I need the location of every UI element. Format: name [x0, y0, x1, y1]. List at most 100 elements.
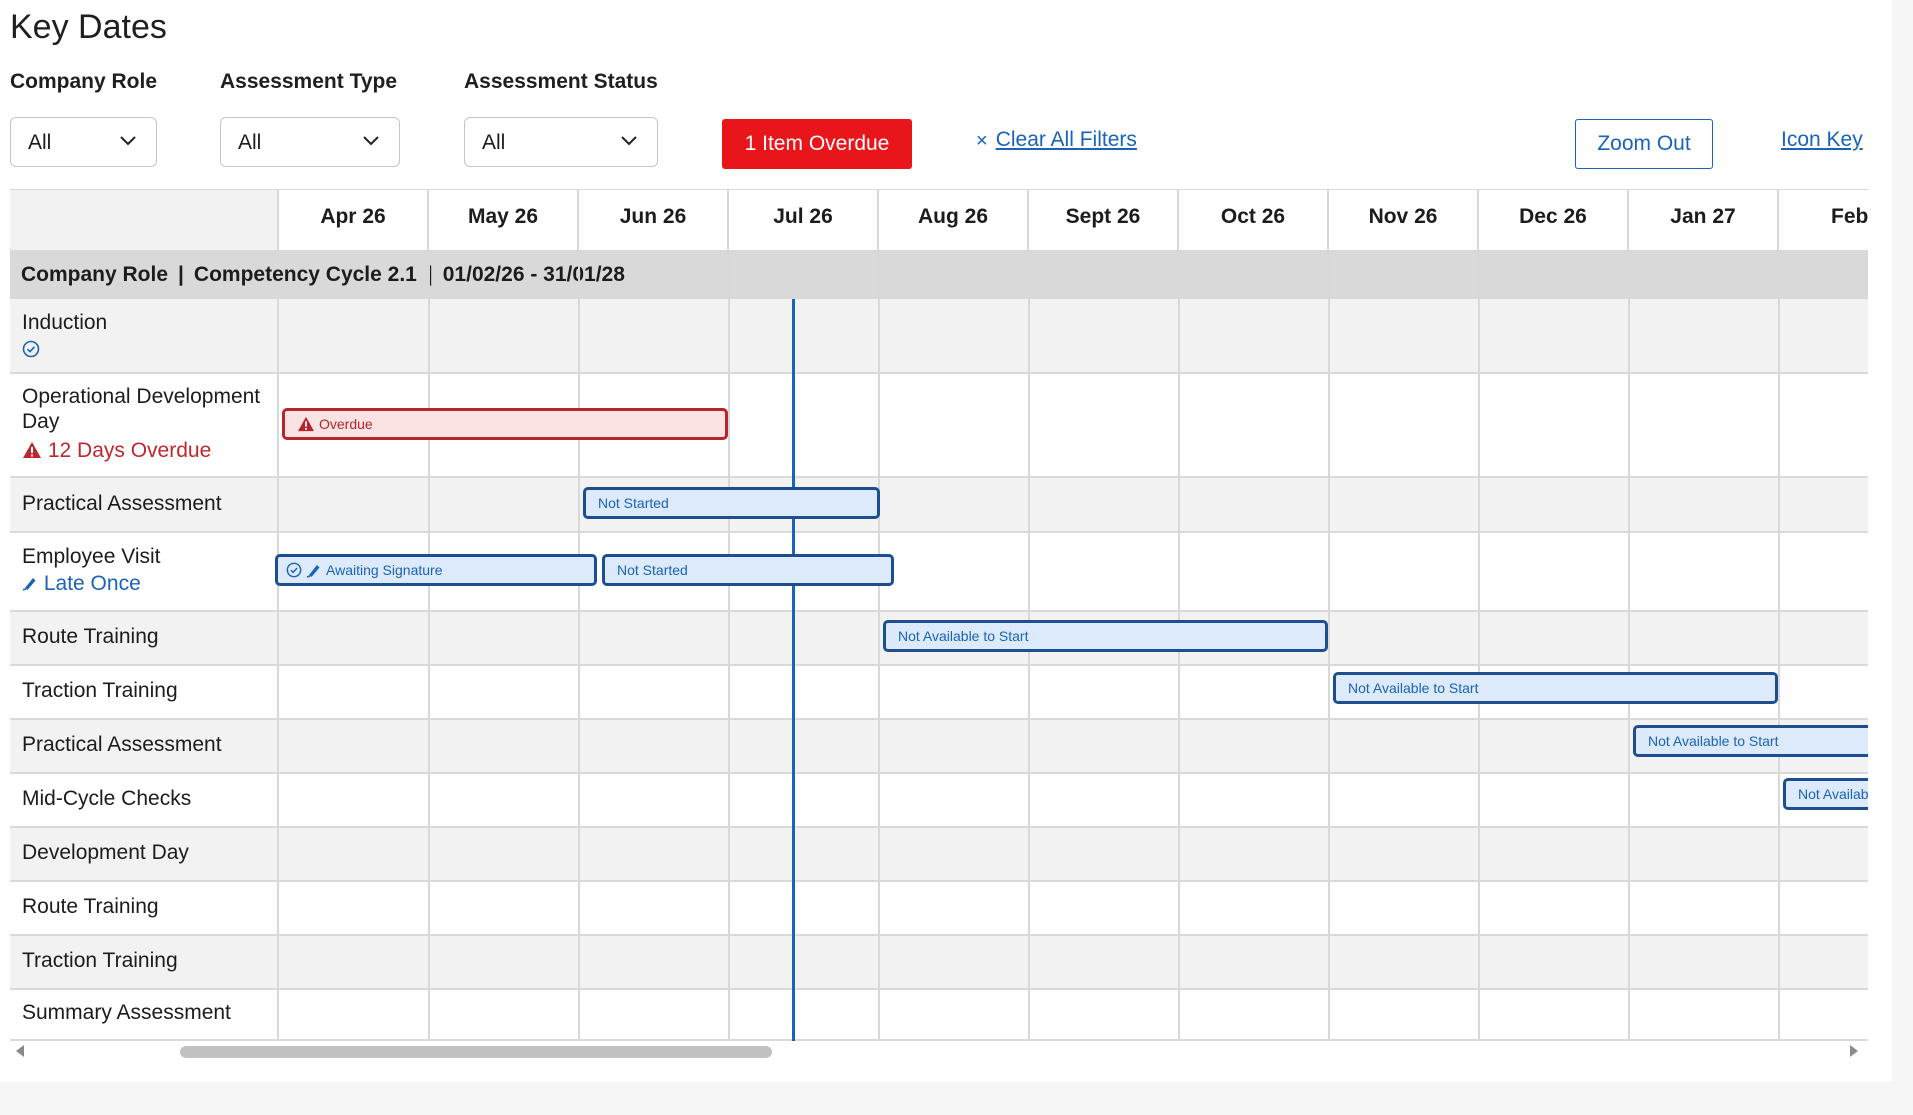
bar-label: Not Available to Start [1798, 786, 1868, 802]
row-label: Development Day [22, 841, 189, 864]
row-label-cell: Route Training [10, 612, 279, 664]
gantt-bar-awaiting-signature[interactable]: Awaiting Signature [275, 554, 597, 586]
warning-icon [23, 442, 41, 458]
chevron-down-icon [621, 136, 637, 146]
table-row: Practical Assessment [10, 478, 1868, 533]
grid-line [1478, 250, 1480, 1041]
row-label: Route Training [22, 625, 159, 648]
table-row: Development Day [10, 828, 1868, 882]
row-label: Operational Development Day [22, 385, 261, 433]
assessment-type-value: All [238, 131, 262, 154]
bar-label: Not Available to Start [1648, 733, 1779, 749]
row-label: Mid-Cycle Checks [22, 787, 192, 810]
clear-all-filters-label: Clear All Filters [995, 128, 1137, 151]
month-header: Jul 26 [729, 190, 879, 251]
month-header: Aug 26 [879, 190, 1029, 251]
gantt-bar-not-available[interactable]: Not Available to Start [883, 620, 1328, 652]
row-label: Traction Training [22, 949, 178, 972]
gantt-chart: Apr 26 May 26 Jun 26 Jul 26 Aug 26 Sept … [10, 189, 1868, 1041]
chevron-down-icon [363, 136, 379, 146]
cycle-name: Competency Cycle 2.1 [193, 263, 417, 286]
timeline-header: Apr 26 May 26 Jun 26 Jul 26 Aug 26 Sept … [10, 189, 1868, 251]
month-header: Dec 26 [1479, 190, 1629, 251]
company-role-label: Company Role [10, 70, 158, 93]
table-row: Summary Assessment [10, 990, 1868, 1041]
gantt-bar-not-available[interactable]: Not Available to Start [1333, 672, 1778, 704]
row-label-cell: Development Day [10, 828, 279, 880]
company-role-value: All [28, 131, 52, 154]
gantt-bar-not-started[interactable]: Not Started [602, 554, 894, 586]
table-row: Induction [10, 299, 1868, 374]
page-footer-strip [0, 1082, 1913, 1115]
scroll-right-icon[interactable] [1850, 1045, 1858, 1057]
signature-icon [306, 565, 320, 579]
assessment-status-select[interactable]: All [464, 117, 658, 167]
check-circle-icon [22, 339, 277, 364]
zoom-out-button[interactable]: Zoom Out [1575, 119, 1713, 169]
scroll-left-icon[interactable] [16, 1045, 24, 1057]
gantt-bar-not-started[interactable]: Not Started [583, 487, 880, 519]
cycle-header: Company Role|Competency Cycle 2.1|01/02/… [10, 250, 1868, 299]
warning-icon [298, 417, 314, 432]
row-label-cell: Practical Assessment [10, 478, 279, 531]
grid-line [578, 250, 580, 1041]
cycle-role: Company Role [21, 263, 169, 286]
bar-label: Not Started [598, 495, 669, 511]
gantt-bar-overdue[interactable]: Overdue [282, 408, 728, 440]
gantt-bar-not-available[interactable]: Not Available to Start [1633, 725, 1868, 757]
month-header: Sept 26 [1029, 190, 1179, 251]
row-label: Practical Assessment [22, 733, 222, 756]
row-label-cell: Induction [10, 299, 279, 372]
row-label: Induction [22, 311, 108, 334]
bar-label: Not Available to Start [898, 628, 1029, 644]
assessment-status-label: Assessment Status [464, 70, 658, 93]
gantt-bar-not-available[interactable]: Not Available to Start [1783, 778, 1868, 810]
late-text: Late Once [43, 572, 141, 595]
assessment-status-value: All [482, 131, 506, 154]
table-row: Route Training [10, 882, 1868, 936]
cycle-separator: | [178, 263, 184, 286]
row-label: Route Training [22, 895, 159, 918]
signature-icon [22, 578, 36, 591]
month-header: Apr 26 [279, 190, 429, 251]
row-label-cell: Mid-Cycle Checks [10, 774, 279, 826]
table-row: Traction Training [10, 936, 1868, 990]
bar-label: Awaiting Signature [326, 562, 443, 578]
month-header: Jun 26 [579, 190, 729, 251]
today-marker [792, 299, 795, 1041]
row-label: Employee Visit [22, 545, 161, 568]
month-header: Feb 27 [1779, 190, 1868, 251]
page-gutter [1892, 0, 1913, 1115]
grid-line [878, 250, 880, 1041]
month-header: Jan 27 [1629, 190, 1779, 251]
grid-line [728, 250, 730, 1041]
grid-line [1328, 250, 1330, 1041]
row-label-cell: Employee Visit Late Once [10, 533, 279, 610]
assessment-type-select[interactable]: All [220, 117, 400, 167]
assessment-type-label: Assessment Type [220, 70, 398, 93]
month-header: Nov 26 [1329, 190, 1479, 251]
clear-all-filters-link[interactable]: × Clear All Filters [976, 128, 1137, 152]
page-title: Key Dates [10, 8, 167, 46]
row-label-cell: Summary Assessment [10, 990, 279, 1039]
month-header: Oct 26 [1179, 190, 1329, 251]
row-label: Summary Assessment [22, 1001, 231, 1024]
row-label-cell: Operational Development Day 12 Days Over… [10, 374, 279, 476]
check-circle-icon [286, 562, 302, 578]
cycle-dates: 01/02/26 - 31/01/28 [442, 263, 625, 286]
scrollbar-thumb[interactable] [180, 1046, 772, 1058]
icon-key-link[interactable]: Icon Key [1781, 128, 1863, 152]
close-icon: × [976, 130, 988, 152]
overdue-items-button[interactable]: 1 Item Overdue [722, 119, 912, 169]
horizontal-scrollbar[interactable] [10, 1041, 1868, 1061]
company-role-select[interactable]: All [10, 117, 157, 167]
bar-label: Overdue [319, 416, 373, 432]
table-row: Practical Assessment [10, 720, 1868, 774]
row-label-cell: Route Training [10, 882, 279, 934]
row-label-cell: Traction Training [10, 666, 279, 718]
chevron-down-icon [120, 136, 136, 146]
bar-label: Not Available to Start [1348, 680, 1479, 696]
row-label-cell: Practical Assessment [10, 720, 279, 772]
grid-line [1628, 250, 1630, 1041]
grid-line [1778, 250, 1780, 1041]
